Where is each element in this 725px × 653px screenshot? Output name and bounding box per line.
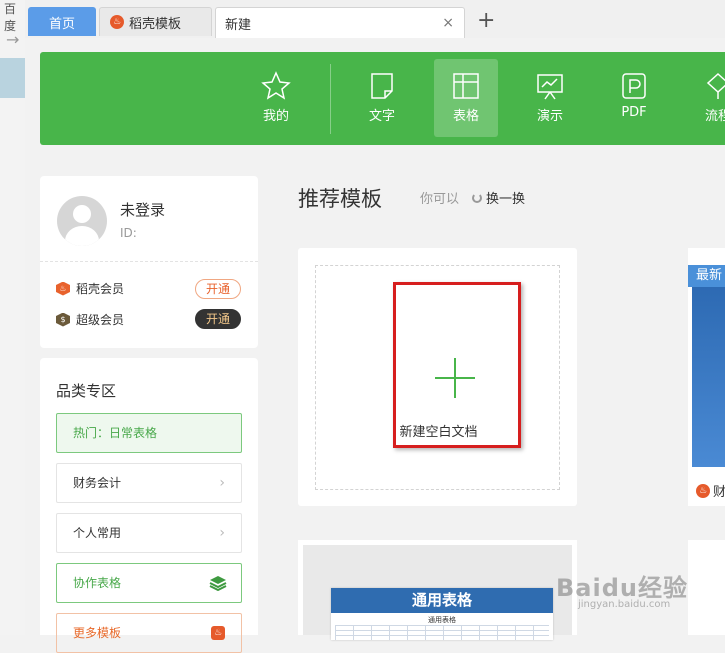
add-tab-icon[interactable]: + xyxy=(477,8,495,33)
membership-daoke: ♨ 稻壳会员 xyxy=(56,280,124,297)
browser-left-band xyxy=(0,58,25,98)
document-icon xyxy=(371,73,393,99)
category-divider xyxy=(330,64,331,134)
category-item-finance[interactable]: 财务会计 › xyxy=(56,463,242,503)
template-card-general-table[interactable]: 通用表格 通用表格 xyxy=(298,540,577,640)
template-footer: ♨ 财 xyxy=(696,481,725,500)
recommend-title: 推荐模板 xyxy=(298,187,382,211)
category-mine-label: 我的 xyxy=(262,109,289,124)
tab-new[interactable]: 新建 × xyxy=(215,7,465,38)
template-card-partial[interactable] xyxy=(688,540,725,635)
membership-super-label: 超级会员 xyxy=(76,313,125,327)
watermark-main: Baidu经验 xyxy=(556,574,688,602)
template-title: 通用表格 xyxy=(331,588,553,613)
category-mine[interactable]: 我的 xyxy=(244,59,308,137)
template-thumbnail xyxy=(692,287,725,467)
category-text[interactable]: 文字 xyxy=(350,59,414,137)
category-pdf-label: PDF xyxy=(621,105,647,120)
category-zone-title: 品类专区 xyxy=(56,382,117,400)
layers-icon xyxy=(209,576,227,591)
membership-daoke-label: 稻壳会员 xyxy=(76,282,125,296)
user-card: 未登录 ID: ♨ 稻壳会员 开通 $ 超级会员 开通 xyxy=(40,176,258,348)
category-item-hot[interactable]: 热门：日常表格 xyxy=(56,413,242,453)
tab-home[interactable]: 首页 xyxy=(28,7,96,36)
browser-left-strip: 百度 → xyxy=(0,0,25,635)
template-grid xyxy=(335,625,549,640)
super-member-icon: $ xyxy=(56,312,70,327)
category-spreadsheet[interactable]: 表格 xyxy=(434,59,498,137)
tab-daoke-label: 稻壳模板 xyxy=(129,16,182,32)
watermark: Baidu经验 jingyan.baidu.com xyxy=(556,568,688,610)
browser-left-title: 百度 xyxy=(4,2,17,33)
daoke-logo-icon: ♨ xyxy=(211,626,225,640)
category-item-personal[interactable]: 个人常用 › xyxy=(56,513,242,553)
daoke-member-icon: ♨ xyxy=(56,281,70,296)
back-arrow-icon[interactable]: → xyxy=(6,30,19,49)
user-card-divider xyxy=(40,261,258,262)
refresh-icon xyxy=(472,192,482,203)
refresh-label: 换一换 xyxy=(486,192,526,207)
daoke-logo-icon: ♨ xyxy=(110,15,124,29)
recommend-hint: 你可以 xyxy=(420,192,460,207)
user-id: ID: xyxy=(120,226,137,240)
category-spreadsheet-label: 表格 xyxy=(452,109,479,124)
category-flow[interactable]: 流程 xyxy=(686,59,725,137)
chevron-right-icon: › xyxy=(219,525,225,541)
tab-daoke[interactable]: ♨ 稻壳模板 xyxy=(99,7,212,36)
category-text-label: 文字 xyxy=(368,109,395,124)
chevron-right-icon: › xyxy=(219,475,225,491)
tab-home-label: 首页 xyxy=(48,16,75,32)
open-super-member-button[interactable]: 开通 xyxy=(195,309,241,329)
category-pdf[interactable]: PDF xyxy=(602,59,666,137)
membership-super: $ 超级会员 xyxy=(56,311,124,328)
open-daoke-member-button[interactable]: 开通 xyxy=(195,279,241,299)
table-icon xyxy=(453,73,479,99)
category-item-more[interactable]: 更多模板 ♨ xyxy=(56,613,242,653)
category-item-collab[interactable]: 协作表格 xyxy=(56,563,242,603)
template-thumbnail: 通用表格 通用表格 xyxy=(303,545,572,640)
template-subtitle: 通用表格 xyxy=(428,616,456,624)
pdf-icon xyxy=(622,73,646,99)
close-tab-icon[interactable]: × xyxy=(442,15,454,31)
tab-new-label: 新建 xyxy=(225,17,252,33)
category-presentation-label: 演示 xyxy=(536,109,563,124)
template-card-latest[interactable]: 最新 ♨ 财 xyxy=(688,248,725,506)
flow-icon xyxy=(706,72,725,99)
daoke-logo-icon: ♨ xyxy=(696,483,710,498)
tab-bar: 首页 ♨ 稻壳模板 新建 × + xyxy=(25,0,725,39)
user-name[interactable]: 未登录 xyxy=(120,199,165,220)
category-bar: 我的 文字 表格 演示 PDF 流程 xyxy=(40,52,725,145)
latest-badge: 最新 xyxy=(688,265,725,287)
category-zone: 品类专区 热门：日常表格 财务会计 › 个人常用 › 协作表格 更多模板 ♨ xyxy=(40,358,258,653)
category-flow-label: 流程 xyxy=(704,109,725,124)
star-icon xyxy=(261,71,291,100)
avatar[interactable] xyxy=(57,196,107,246)
highlight-box xyxy=(393,282,521,448)
category-presentation[interactable]: 演示 xyxy=(518,59,582,137)
refresh-button[interactable]: 换一换 xyxy=(472,188,525,207)
presentation-icon xyxy=(537,74,563,100)
